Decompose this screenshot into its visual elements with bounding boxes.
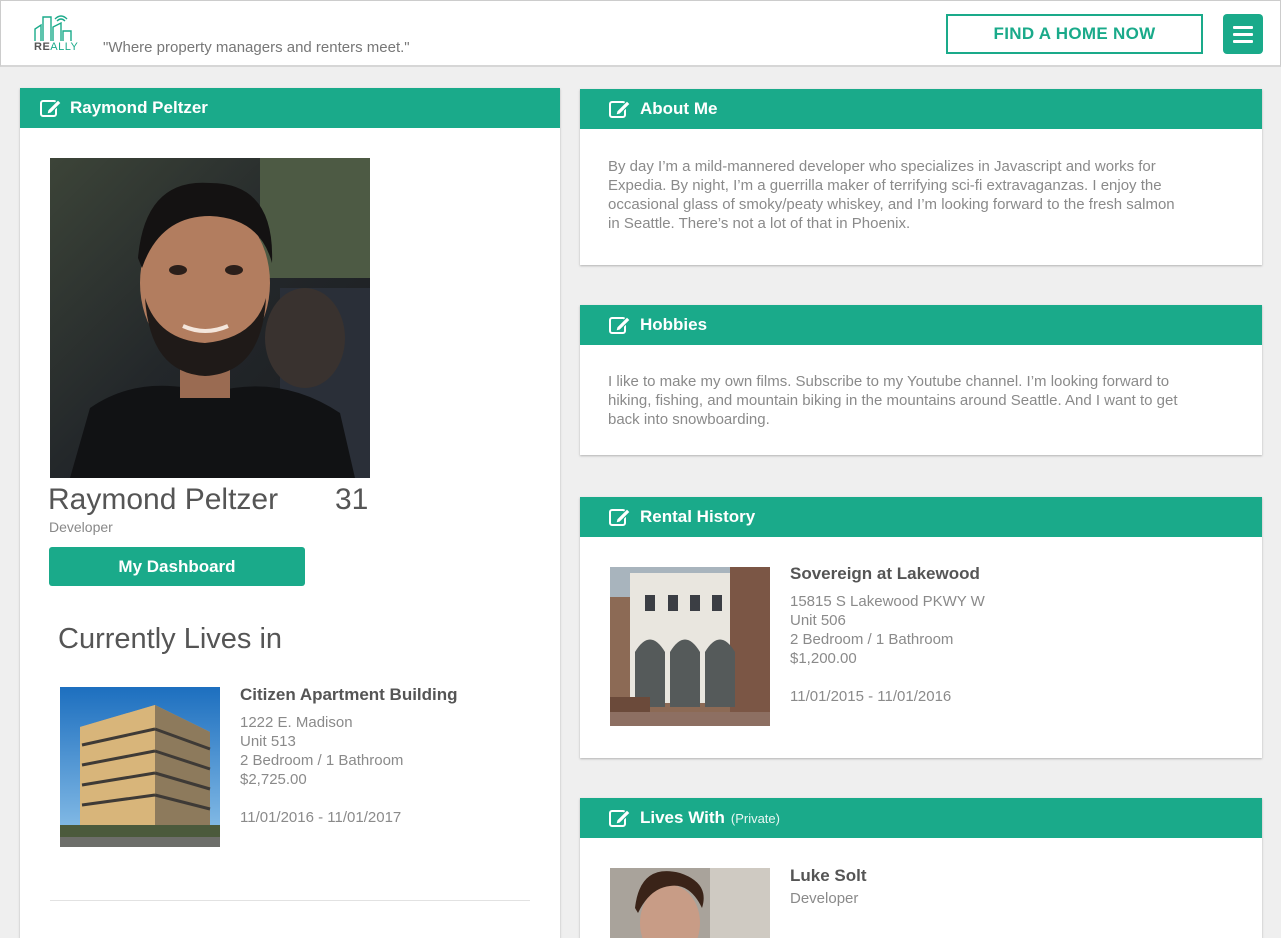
profile-name: Raymond Peltzer (48, 483, 279, 516)
dashboard-button[interactable]: My Dashboard (49, 547, 305, 586)
current-home-layout: 2 Bedroom / 1 Bathroom (240, 752, 404, 769)
current-home-name[interactable]: Citizen Apartment Building (240, 685, 458, 705)
hobbies-panel-header: Hobbies (580, 305, 1262, 345)
lives-with-title: Lives With (Private) (640, 808, 780, 827)
about-line: occasional glass of smoky/peaty whiskey,… (608, 196, 1175, 213)
find-home-button[interactable]: FIND A HOME NOW (946, 14, 1203, 54)
rental-property-photo[interactable] (610, 567, 770, 726)
rental-history-title: Rental History (640, 507, 756, 526)
edit-icon[interactable] (609, 808, 631, 828)
profile-panel: Raymond Peltzer Raymond Peltzer 31 Devel… (20, 88, 560, 938)
about-line: By day I’m a mild-mannered developer who… (608, 158, 1156, 175)
lives-with-header: Lives With (Private) (580, 798, 1262, 838)
rental-property-layout: 2 Bedroom / 1 Bathroom (790, 631, 954, 648)
rental-property-price: $1,200.00 (790, 650, 857, 667)
about-panel-header: About Me (580, 89, 1262, 129)
about-panel: About Me By day I’m a mild-mannered deve… (580, 89, 1262, 265)
current-home-address: 1222 E. Madison (240, 714, 353, 731)
top-bar: REALLY "Where property managers and rent… (0, 0, 1281, 67)
profile-occupation: Developer (49, 519, 113, 535)
hobbies-line: hiking, fishing, and mountain biking in … (608, 392, 1178, 409)
edit-icon[interactable] (609, 315, 631, 335)
edit-icon[interactable] (609, 507, 631, 527)
hobbies-title: Hobbies (640, 315, 708, 334)
privacy-label: (Private) (730, 811, 780, 826)
hobbies-line: I like to make my own films. Subscribe t… (608, 373, 1170, 390)
profile-panel-header: Raymond Peltzer (20, 88, 560, 128)
menu-button[interactable] (1223, 14, 1263, 54)
about-line: in Seattle. There’s not a lot of that in… (608, 215, 911, 232)
about-title: About Me (640, 99, 718, 118)
lives-with-panel: Lives With (Private) Luke Solt Developer (580, 798, 1262, 938)
current-home-price: $2,725.00 (240, 771, 307, 788)
hobbies-panel: Hobbies I like to make my own films. Sub… (580, 305, 1262, 455)
profile-header-title: Raymond Peltzer (70, 98, 208, 117)
about-text: By day I’m a mild-mannered developer who… (608, 157, 1248, 233)
logo-wordmark: REALLY (34, 41, 79, 53)
rental-property-address: 15815 S Lakewood PKWY W (790, 593, 985, 610)
current-home-unit: Unit 513 (240, 733, 296, 750)
tagline: "Where property managers and renters mee… (103, 39, 410, 56)
rental-property-name[interactable]: Sovereign at Lakewood (790, 564, 980, 584)
section-divider (50, 900, 530, 901)
current-home-photo[interactable] (60, 687, 220, 847)
rental-history-header: Rental History (580, 497, 1262, 537)
currently-lives-title: Currently Lives in (58, 623, 283, 655)
rental-history-panel: Rental History Sovereign at Lakewood 158… (580, 497, 1262, 758)
edit-icon[interactable] (609, 99, 631, 119)
roommate-photo[interactable] (610, 868, 770, 938)
profile-age: 31 (335, 483, 369, 516)
about-line: Expedia. By night, I’m a guerrilla maker… (608, 177, 1162, 194)
roommate-name[interactable]: Luke Solt (790, 866, 867, 886)
roommate-occupation: Developer (790, 890, 859, 907)
profile-photo (50, 158, 370, 478)
edit-icon[interactable] (40, 98, 62, 118)
rental-property-dates: 11/01/2015 - 11/01/2016 (790, 688, 952, 705)
rental-property-unit: Unit 506 (790, 612, 846, 629)
hobbies-line: back into snowboarding. (608, 411, 770, 428)
current-home-dates: 11/01/2016 - 11/01/2017 (240, 809, 402, 826)
hobbies-text: I like to make my own films. Subscribe t… (608, 372, 1248, 429)
